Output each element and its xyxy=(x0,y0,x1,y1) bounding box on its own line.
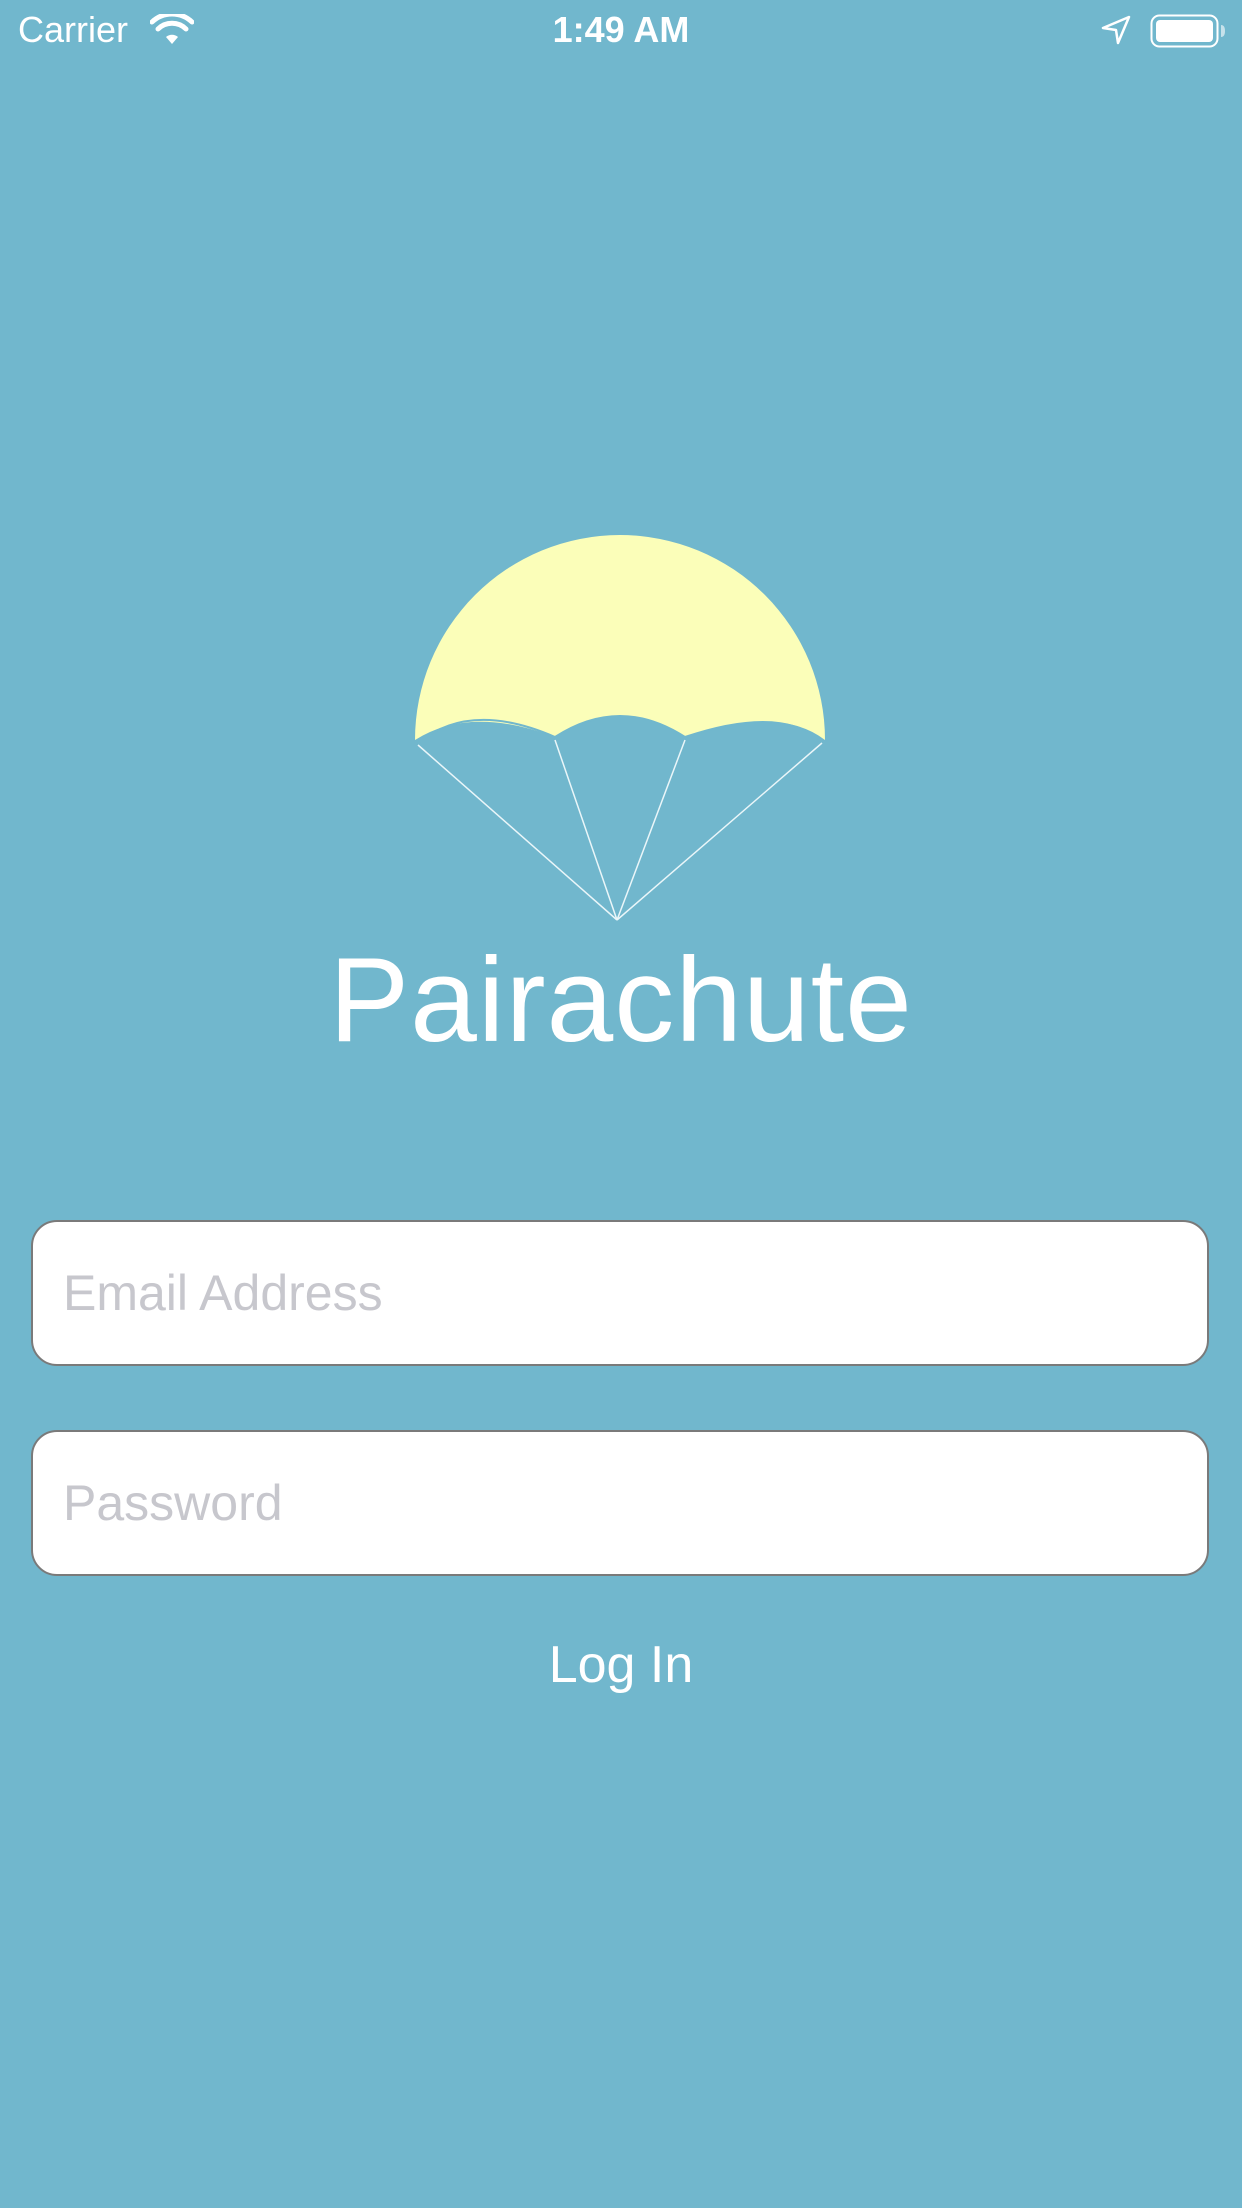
status-bar: Carrier 1:49 AM xyxy=(0,0,1242,60)
app-title: Pairachute xyxy=(329,933,913,1067)
status-time: 1:49 AM xyxy=(552,9,690,50)
password-field[interactable] xyxy=(31,1430,1209,1576)
login-button[interactable]: Log In xyxy=(471,1630,771,1700)
email-field[interactable] xyxy=(31,1220,1209,1366)
battery-icon xyxy=(1150,14,1226,48)
location-arrow-icon xyxy=(1100,14,1132,46)
parachute-logo xyxy=(410,505,830,925)
